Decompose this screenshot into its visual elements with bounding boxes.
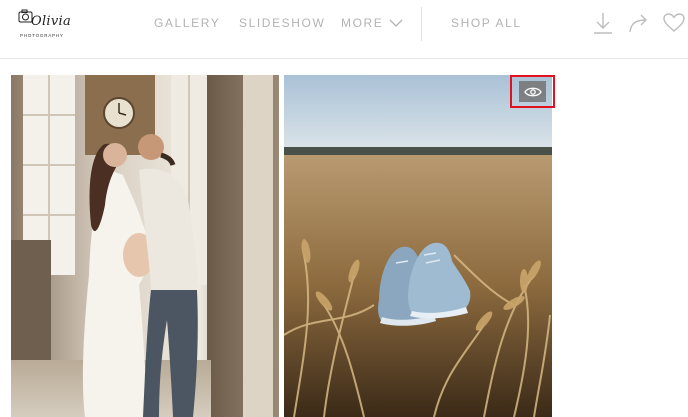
- nav-gallery[interactable]: GALLERY: [154, 16, 220, 30]
- share-button[interactable]: [627, 11, 651, 35]
- photo-couple-image: [11, 75, 279, 417]
- favorite-button[interactable]: [662, 11, 686, 35]
- view-photo-button[interactable]: [510, 75, 555, 108]
- nav-divider: [421, 7, 422, 41]
- heart-icon: [663, 13, 685, 32]
- nav-slideshow[interactable]: SLIDESHOW: [239, 16, 325, 30]
- nav-more-label: MORE: [341, 16, 384, 30]
- share-icon: [629, 14, 647, 33]
- brand-name: Olivia: [31, 14, 72, 29]
- chevron-down-icon: [389, 19, 403, 27]
- download-button[interactable]: [591, 11, 615, 35]
- site-header: Olivia PHOTOGRAPHY GALLERY SLIDESHOW MOR…: [0, 0, 688, 59]
- logo[interactable]: Olivia PHOTOGRAPHY: [18, 8, 72, 38]
- photo-baby-shoes[interactable]: [284, 75, 552, 417]
- view-photo-button-bg: [519, 81, 546, 102]
- brand-subtitle: PHOTOGRAPHY: [20, 33, 64, 38]
- download-icon: [594, 13, 612, 34]
- eye-icon: [523, 87, 542, 96]
- photo-baby-shoes-image: [284, 75, 552, 417]
- nav-more[interactable]: MORE: [341, 16, 403, 30]
- nav-shop-all[interactable]: SHOP ALL: [451, 16, 522, 30]
- photo-couple-maternity[interactable]: [11, 75, 279, 417]
